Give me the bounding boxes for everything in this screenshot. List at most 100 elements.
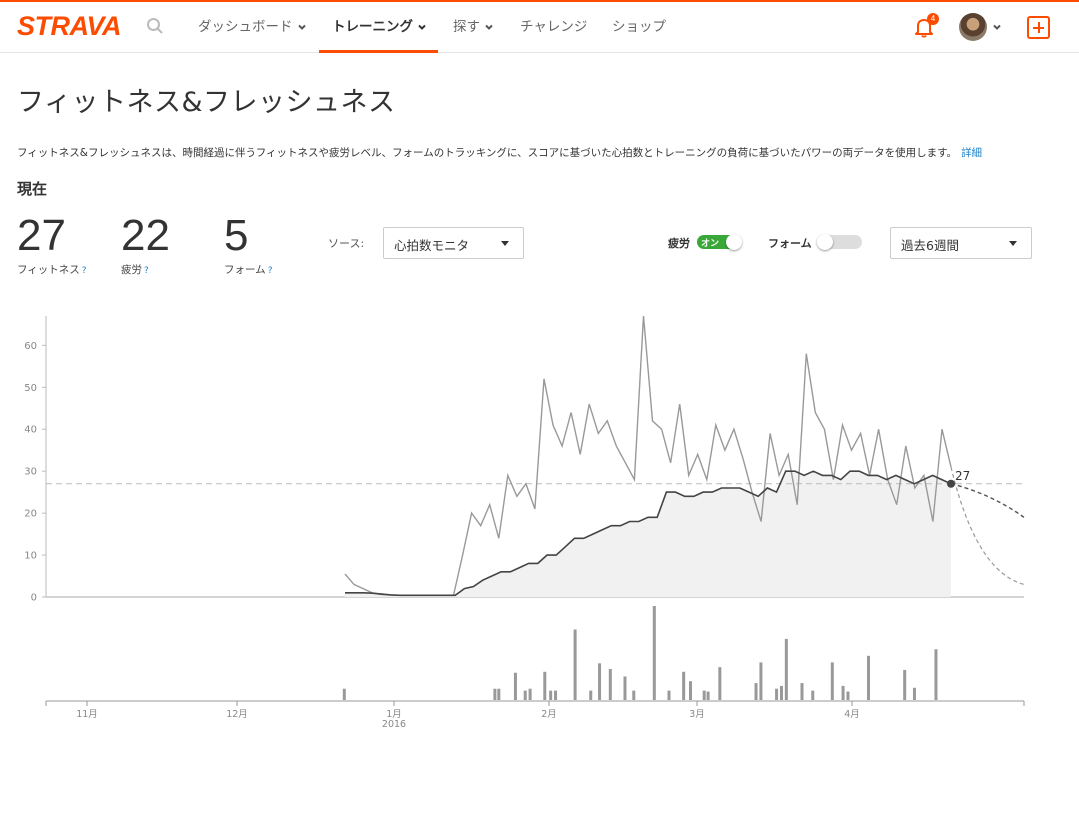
fatigue-toggle[interactable]: オン [697, 234, 742, 250]
nav-shop-label: ショップ [612, 19, 666, 35]
daily-load-bar [689, 681, 693, 700]
y-tick-label: 10 [24, 551, 37, 562]
daily-load-bar [811, 690, 815, 700]
nav-challenges-label: チャレンジ [520, 19, 588, 35]
x-tick-label: 3月 [689, 709, 705, 720]
page-title: フィットネス&フレッシュネス [17, 87, 396, 118]
x-tick-label: 11月 [76, 709, 98, 720]
daily-load-bar [623, 676, 627, 700]
details-link[interactable]: 詳細 [961, 147, 982, 159]
daily-load-bar [667, 690, 671, 700]
daily-load-bar [706, 691, 710, 700]
notification-count-badge: 4 [927, 13, 939, 25]
nav-dashboard[interactable]: ダッシュボード [198, 15, 307, 35]
form-value: 5 [224, 211, 249, 260]
fitness-label: フィットネス [17, 264, 80, 276]
y-tick-label: 60 [24, 341, 37, 352]
daily-load-bar [513, 672, 517, 700]
nav-training-label: トレーニング [332, 19, 413, 35]
daily-load-bar [800, 683, 804, 700]
fatigue-value: 22 [121, 211, 170, 260]
form-help-link[interactable]: ? [268, 266, 273, 276]
page-description: フィットネス&フレッシュネスは、時間経過に伴うフィットネスや疲労レベル、フォーム… [17, 145, 982, 160]
stat-form: 5 フォーム? [224, 212, 272, 277]
chevron-down-icon[interactable] [992, 22, 1002, 32]
daily-load-bar [523, 690, 527, 700]
daily-load-bar [846, 691, 850, 700]
source-select[interactable]: 心拍数モニタ [383, 227, 524, 259]
y-tick-label: 30 [24, 467, 37, 478]
current-fitness-marker [947, 479, 955, 488]
daily-load-bar [497, 688, 501, 700]
daily-load-bar [573, 629, 577, 700]
fatigue-toggle-label: 疲労 [668, 237, 690, 250]
nav-training[interactable]: トレーニング [332, 15, 427, 35]
range-select[interactable]: 過去6週間 [890, 227, 1032, 259]
fitness-projection-line [950, 483, 1025, 518]
range-select-value: 過去6週間 [901, 238, 959, 253]
strava-logo[interactable]: STRAVA [17, 11, 122, 42]
daily-load-bar [754, 683, 758, 700]
daily-load-bar [830, 662, 834, 700]
daily-load-bar [598, 663, 602, 700]
daily-load-bar [759, 662, 763, 700]
daily-load-bar [784, 638, 788, 700]
x-tick-label: 4月 [844, 709, 860, 720]
daily-load-bar [493, 688, 497, 700]
source-label: ソース: [328, 237, 365, 250]
daily-load-bar [608, 668, 612, 700]
daily-load-bar [718, 667, 722, 700]
daily-load-bar [682, 671, 686, 700]
active-tab-indicator [319, 50, 438, 53]
fatigue-toggle-on-text: オン [701, 239, 720, 249]
upload-plus-button[interactable] [1027, 16, 1050, 39]
nav-explore-label: 探す [453, 19, 480, 35]
user-avatar[interactable] [959, 13, 987, 41]
fitness-value: 27 [17, 211, 66, 260]
chevron-down-icon [418, 24, 426, 30]
nav-explore[interactable]: 探す [453, 15, 494, 35]
nav-dashboard-label: ダッシュボード [198, 19, 293, 35]
daily-load-bar [775, 688, 779, 700]
form-label: フォーム [224, 264, 266, 276]
x-tick-year-label: 2016 [382, 719, 406, 730]
fitness-freshness-chart[interactable]: 01020304050602711月 12月 1月 2月 3月 4月2016 [0, 300, 1079, 740]
description-text: フィットネス&フレッシュネスは、時間経過に伴うフィットネスや疲労レベル、フォーム… [17, 147, 958, 159]
y-tick-label: 0 [31, 593, 37, 604]
chevron-down-icon [485, 24, 493, 30]
y-tick-label: 40 [24, 425, 37, 436]
y-tick-label: 50 [24, 383, 37, 394]
daily-load-bar [866, 655, 870, 700]
nav-shop[interactable]: ショップ [612, 15, 666, 35]
form-toggle[interactable] [817, 234, 862, 250]
x-tick-label: 2月 [541, 709, 557, 720]
daily-load-bar [342, 688, 346, 700]
daily-load-bar [528, 688, 532, 700]
caret-down-icon [1009, 241, 1017, 246]
fitness-area [345, 471, 951, 597]
daily-load-bar [702, 690, 706, 700]
nav-challenges[interactable]: チャレンジ [520, 15, 587, 35]
daily-load-bar [903, 669, 907, 700]
daily-load-bar [779, 685, 783, 700]
fatigue-help-link[interactable]: ? [144, 266, 149, 276]
daily-load-bar [841, 685, 845, 700]
fatigue-projection-line [950, 466, 1025, 585]
current-heading: 現在 [17, 180, 48, 198]
x-tick-label: 12月 [226, 709, 248, 720]
caret-down-icon [501, 241, 509, 246]
toggle-knob [817, 234, 833, 250]
stat-fatigue: 22 疲労? [121, 212, 170, 277]
top-navigation: STRAVA ダッシュボード トレーニング 探す チャレンジ ショップ 4 [0, 2, 1079, 53]
fitness-help-link[interactable]: ? [82, 266, 87, 276]
source-select-value: 心拍数モニタ [394, 238, 470, 253]
search-icon[interactable] [146, 17, 164, 35]
stat-fitness: 27 フィットネス? [17, 212, 87, 277]
chevron-down-icon [297, 24, 306, 30]
fatigue-label: 疲労 [121, 264, 142, 276]
daily-load-bar [652, 606, 656, 700]
toggle-knob [726, 234, 742, 250]
y-tick-label: 20 [24, 509, 37, 520]
daily-load-bar [554, 690, 558, 700]
daily-load-bar [549, 690, 553, 700]
